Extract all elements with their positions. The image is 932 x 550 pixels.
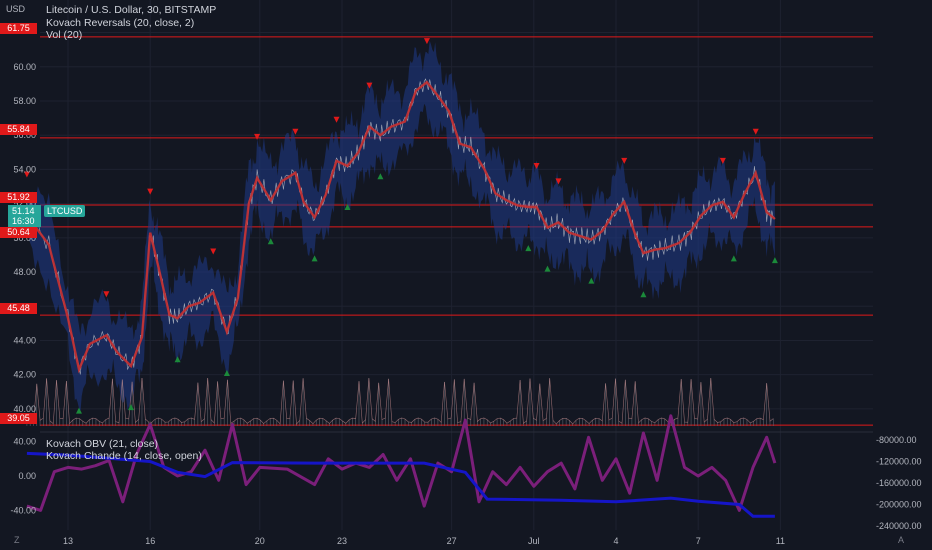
last-price: 51.14 <box>12 206 35 216</box>
level-label: 50.64 <box>0 227 37 238</box>
down-marker <box>333 116 340 123</box>
indicator-legend-2[interactable]: Vol (20) <box>46 29 82 41</box>
time-tick-label: 23 <box>337 536 347 546</box>
up-marker <box>223 369 230 376</box>
up-marker <box>771 257 778 264</box>
down-marker <box>423 38 430 45</box>
volume-bars <box>26 377 774 426</box>
down-marker <box>103 291 110 298</box>
level-label: 61.75 <box>0 23 37 34</box>
time-tick-label: 16 <box>145 536 155 546</box>
symbol-tag: LTCUSD <box>44 205 86 217</box>
obv-tick-label: -200000.00 <box>876 500 922 510</box>
time-tick-label: 13 <box>63 536 73 546</box>
up-marker <box>174 356 181 363</box>
up-marker <box>377 173 384 180</box>
corner-z-button[interactable]: Z <box>14 535 20 545</box>
level-label: 39.05 <box>0 413 37 424</box>
chart-title: Litecoin / U.S. Dollar, 30, BITSTAMP <box>46 4 217 16</box>
time-tick-label: 27 <box>447 536 457 546</box>
price-tick-label: 44.00 <box>13 335 36 345</box>
price-tick-label: 58.00 <box>13 96 36 106</box>
up-marker <box>588 277 595 284</box>
up-marker <box>311 255 318 262</box>
up-marker <box>544 265 551 272</box>
obv-tick-label: -240000.00 <box>876 521 922 531</box>
price-tick-label: 42.00 <box>13 370 36 380</box>
osc-legend-1[interactable]: Kovach OBV (21, close) <box>46 438 158 450</box>
down-marker <box>533 162 540 169</box>
obv-series <box>26 451 775 518</box>
osc-tick-label: 0.00 <box>18 471 36 481</box>
price-tick-label: 54.00 <box>13 164 36 174</box>
price-tick-label: 60.00 <box>13 62 36 72</box>
level-label: 51.92 <box>0 192 37 203</box>
obv-tick-label: -120000.00 <box>876 457 922 467</box>
down-marker <box>147 188 154 195</box>
up-marker <box>730 255 737 262</box>
time-tick-label: 11 <box>776 536 785 546</box>
down-marker <box>210 248 217 255</box>
oscillator-pane <box>26 414 777 518</box>
volume-ma <box>26 377 774 425</box>
obv-tick-label: -160000.00 <box>876 478 922 488</box>
up-marker <box>525 245 532 252</box>
indicator-legend-1[interactable]: Kovach Reversals (20, close, 2) <box>46 17 194 29</box>
down-marker <box>621 157 628 164</box>
chart-root: 60.0058.0056.0054.0052.0050.0048.0046.00… <box>0 0 932 550</box>
osc-tick-label: -40.00 <box>10 505 36 515</box>
currency-label: USD <box>6 4 26 14</box>
corner-a-button[interactable]: A <box>898 535 904 545</box>
time-tick-label: 4 <box>613 536 618 546</box>
chart-canvas[interactable]: 60.0058.0056.0054.0052.0050.0048.0046.00… <box>0 0 932 550</box>
time-tick-label: 20 <box>255 536 265 546</box>
time-tick-label: 7 <box>696 536 701 546</box>
level-label: 55.84 <box>0 124 37 135</box>
price-tick-label: 48.00 <box>13 267 36 277</box>
osc-legend-2[interactable]: Kovach Chande (14, close, open) <box>46 450 202 462</box>
down-marker <box>254 133 261 140</box>
osc-tick-label: 40.00 <box>13 437 36 447</box>
level-label: 45.48 <box>0 303 37 314</box>
countdown: 16:30 <box>12 216 35 226</box>
up-marker <box>640 291 647 298</box>
down-marker <box>752 128 759 135</box>
obv-tick-label: -80000.00 <box>876 435 917 445</box>
time-tick-label: Jul <box>528 536 540 546</box>
price-tag: 51.14 16:30 <box>8 205 41 227</box>
